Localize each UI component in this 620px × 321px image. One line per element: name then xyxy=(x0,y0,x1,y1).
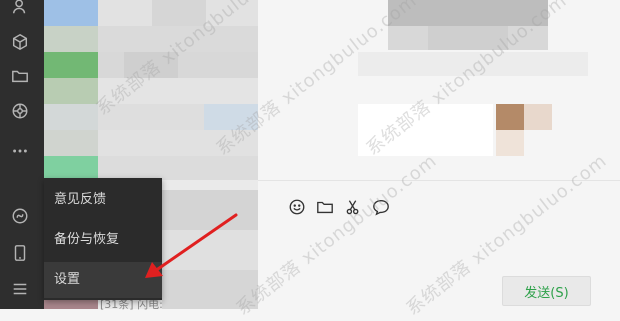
emoji-icon[interactable] xyxy=(287,197,307,217)
menu-item-settings[interactable]: 设置 xyxy=(44,262,162,298)
send-button[interactable]: 发送(S) xyxy=(502,276,591,306)
mini-program-icon[interactable] xyxy=(10,206,30,226)
more-icon[interactable] xyxy=(10,141,30,161)
moments-icon[interactable] xyxy=(10,101,30,121)
box-icon[interactable] xyxy=(10,32,30,52)
folder-icon[interactable] xyxy=(10,66,30,86)
contacts-icon[interactable] xyxy=(10,0,30,17)
folder-icon[interactable] xyxy=(315,197,335,217)
phone-icon[interactable] xyxy=(10,243,30,263)
menu-item-feedback[interactable]: 意见反馈 xyxy=(44,182,162,218)
menu-icon[interactable] xyxy=(10,279,30,299)
left-nav-rail xyxy=(0,0,44,309)
settings-popup-menu: 意见反馈 备份与恢复 设置 xyxy=(44,178,162,300)
menu-item-backup-restore[interactable]: 备份与恢复 xyxy=(44,222,162,258)
